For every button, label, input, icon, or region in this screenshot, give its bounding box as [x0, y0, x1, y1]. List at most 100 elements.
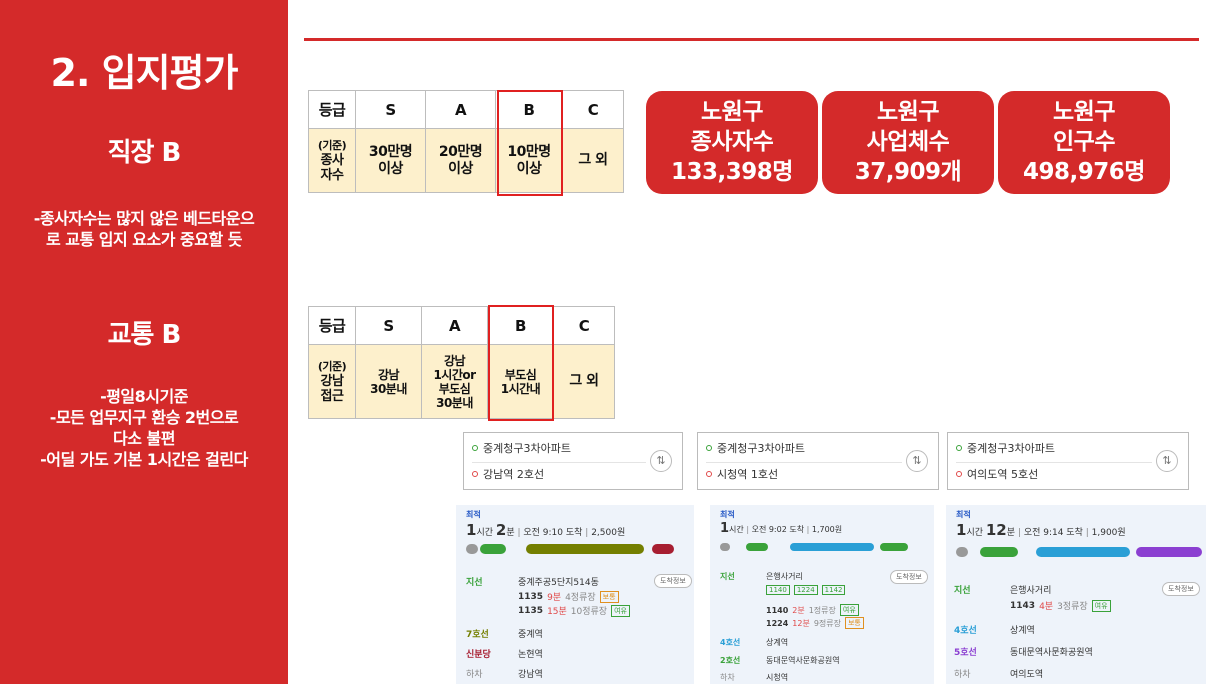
alight-label: 하차 [720, 673, 735, 682]
stop-name: 상계역 [766, 638, 789, 647]
row-label-line: 자수 [320, 168, 344, 183]
subway-line-label: 4호선 [720, 638, 741, 647]
row-label: (기준) 강남 접근 [308, 344, 356, 419]
stop-name: 시청역 [766, 673, 789, 682]
route-destination[interactable]: 시청역 1호선 [717, 466, 778, 482]
job-grade-table: 등급 S A B C (기준) 종사 자수 30만명 이상 20만명 이상 10만명… [308, 90, 624, 193]
grade-cell-c: 그 외 [562, 128, 624, 193]
grade-cell-s: 강남 30분내 [355, 344, 422, 419]
leg-bus: 지선 [466, 578, 483, 588]
bus-arrival: 1135 9분 4정류장 보통 [518, 590, 619, 603]
stop-name: 중계주공5단지514동 [518, 578, 599, 588]
destination-dot-icon [956, 471, 962, 477]
job-desc-line: -종사자수는 많지 않은 베드타운으 [33, 209, 255, 228]
route-search-box[interactable]: 중계청구3차아파트 강남역 2호선 ⇅ [463, 432, 683, 490]
stop-name: 논현역 [518, 650, 543, 660]
page-title: 2. 입지평가 [50, 51, 239, 95]
stop-name: 은행사거리 [1010, 586, 1052, 596]
left-panel: 2. 입지평가 직장 B -종사자수는 많지 않은 베드타운으 로 교통 입지 … [0, 0, 288, 684]
route-search-box[interactable]: 중계청구3차아파트 시청역 1호선 ⇅ [697, 432, 939, 490]
route-origin[interactable]: 중계청구3차아파트 [967, 440, 1055, 456]
bus-line-label: 지선 [954, 586, 971, 596]
route-origin[interactable]: 중계청구3차아파트 [483, 440, 571, 456]
bus-arrival: 1140 2분 1정류장 여유 [766, 604, 859, 616]
divider [304, 38, 1199, 41]
bus-arrival: 1135 15분 10정류장 여유 [518, 604, 630, 617]
stat-line: 종사자수 [690, 129, 774, 155]
subway-line-label: 신분당 [466, 650, 491, 660]
arrival-info-button[interactable]: 도착정보 [1162, 582, 1200, 596]
bus-arrival: 1143 4분 3정류장 여유 [1010, 599, 1111, 612]
table-header-cell: A [421, 306, 488, 345]
subway-line-label: 2호선 [720, 656, 741, 665]
job-desc-line: 로 교통 입지 요소가 중요할 듯 [46, 230, 243, 249]
traffic-desc-line: -평일8시기준 [100, 387, 188, 406]
destination-dot-icon [472, 471, 478, 477]
travel-time: 1시간 12분 | 오전 9:14 도착 | 1,900원 [956, 521, 1126, 539]
subway-line-label: 5호선 [954, 648, 977, 658]
row-label-line: (기준) [317, 360, 347, 373]
traffic-heading: 교통 B [107, 320, 182, 350]
stop-name: 여의도역 [1010, 670, 1044, 680]
route-origin[interactable]: 중계청구3차아파트 [717, 440, 805, 456]
travel-time: 1시간 2분 | 오전 9:10 도착 | 2,500원 [466, 521, 626, 539]
destination-dot-icon [706, 471, 712, 477]
row-label-line: 강남 [320, 374, 344, 389]
arrival-info-button[interactable]: 도착정보 [890, 570, 928, 584]
bus-chips: 1140 1224 1142 [766, 585, 846, 595]
grade-cell-c: 그 외 [553, 344, 615, 419]
stat-line: 노원구 [701, 99, 763, 125]
traffic-description: -평일8시기준 -모든 업무지구 환승 2번으로 다소 불편 -어딜 가도 기본… [10, 386, 278, 470]
selected-grade-highlight [488, 305, 554, 421]
route-result-panel[interactable]: 최적 1시간 12분 | 오전 9:14 도착 | 1,900원 지선 은행사거… [946, 505, 1206, 684]
stat-card-population: 노원구 인구수 498,976명 [998, 91, 1170, 194]
stop-name: 은행사거리 [766, 572, 803, 581]
best-route-label: 최적 [466, 510, 481, 519]
traffic-desc-line: 다소 불편 [113, 429, 175, 448]
stat-card-businesses: 노원구 사업체수 37,909개 [822, 91, 994, 194]
row-label-line: 접근 [320, 389, 344, 404]
swap-icon[interactable]: ⇅ [1156, 450, 1178, 472]
best-route-label: 최적 [956, 510, 971, 519]
stop-name: 동대문역사문화공원역 [766, 656, 840, 665]
origin-dot-icon [956, 445, 962, 451]
table-header-cell: A [425, 90, 496, 129]
table-header-cell: S [355, 306, 422, 345]
route-destination[interactable]: 여의도역 5호선 [967, 466, 1038, 482]
subway-line-label: 7호선 [466, 630, 489, 640]
row-label: (기준) 종사 자수 [308, 128, 356, 193]
table-header-cell: C [553, 306, 615, 345]
route-search-box[interactable]: 중계청구3차아파트 여의도역 5호선 ⇅ [947, 432, 1189, 490]
swap-icon[interactable]: ⇅ [906, 450, 928, 472]
origin-dot-icon [472, 445, 478, 451]
selected-grade-highlight [497, 90, 563, 196]
grade-cell-a: 강남 1시간or 부도심 30분내 [421, 344, 488, 419]
route-destination[interactable]: 강남역 2호선 [483, 466, 544, 482]
stop-name: 동대문역사문화공원역 [1010, 648, 1093, 658]
row-label-line: (기준) [317, 139, 347, 152]
stat-value: 498,976명 [1023, 159, 1145, 185]
stop-name: 강남역 [518, 670, 543, 680]
traffic-desc-line: -모든 업무지구 환승 2번으로 [49, 408, 239, 427]
arrival-info-button[interactable]: 도착정보 [654, 574, 692, 588]
stat-line: 인구수 [1053, 129, 1115, 155]
bus-arrival: 1224 12분 9정류장 보통 [766, 617, 864, 629]
alight-label: 하차 [954, 670, 971, 680]
table-header-cell: 등급 [308, 306, 356, 345]
job-description: -종사자수는 많지 않은 베드타운으 로 교통 입지 요소가 중요할 듯 [10, 208, 278, 250]
stat-line: 노원구 [1053, 99, 1115, 125]
grade-cell-s: 30만명 이상 [355, 128, 426, 193]
route-result-panel[interactable]: 최적 1시간 | 오전 9:02 도착 | 1,700원 지선 은행사거리 도착… [710, 505, 934, 684]
route-result-panel[interactable]: 최적 1시간 2분 | 오전 9:10 도착 | 2,500원 지선 중계주공5… [456, 505, 694, 684]
job-heading: 직장 B [107, 138, 182, 168]
stop-name: 중계역 [518, 630, 543, 640]
stat-card-employees: 노원구 종사자수 133,398명 [646, 91, 818, 194]
stat-line: 사업체수 [866, 129, 950, 155]
best-route-label: 최적 [720, 510, 735, 519]
swap-icon[interactable]: ⇅ [650, 450, 672, 472]
bus-line-label: 지선 [720, 572, 735, 581]
stat-value: 37,909개 [854, 159, 962, 185]
stop-name: 상계역 [1010, 626, 1035, 636]
travel-time: 1시간 | 오전 9:02 도착 | 1,700원 [720, 521, 843, 536]
stat-value: 133,398명 [671, 159, 793, 185]
